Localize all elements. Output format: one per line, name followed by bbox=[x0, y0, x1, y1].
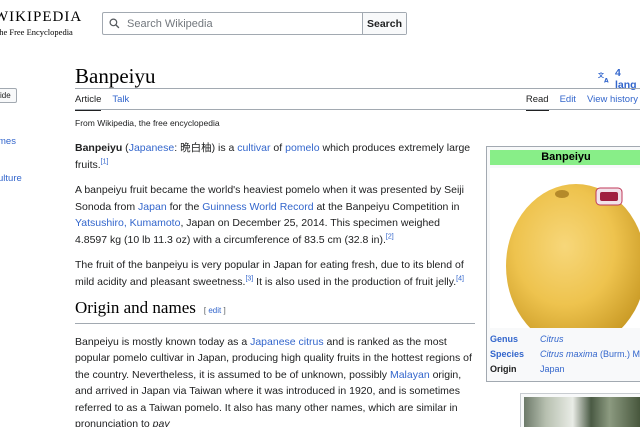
link-japanese[interactable]: Japanese bbox=[129, 142, 175, 154]
link-malayan[interactable]: Malayan bbox=[390, 369, 430, 381]
article-subject: Banpeiyu bbox=[75, 142, 123, 154]
svg-text:A: A bbox=[604, 78, 609, 84]
link-japanese-citrus[interactable]: Japanese citrus bbox=[250, 336, 324, 348]
infobox-row-species: Species Citrus maxima (Burm.) M bbox=[490, 347, 640, 362]
section-edit: [ edit ] bbox=[204, 303, 226, 320]
search-input[interactable] bbox=[125, 13, 362, 34]
text: It is also used in the production of fru… bbox=[253, 275, 457, 288]
infobox-value-link[interactable]: Citrus bbox=[540, 334, 564, 344]
sidebar-hide-button[interactable]: ide bbox=[0, 88, 17, 103]
text: Banpeiyu is mostly known today as a bbox=[75, 335, 251, 348]
logo-tagline: The Free Encyclopedia bbox=[0, 27, 73, 37]
text: for the bbox=[166, 200, 203, 213]
reference-1[interactable]: [1] bbox=[101, 158, 109, 165]
title-divider bbox=[75, 88, 640, 89]
tabs-divider bbox=[75, 109, 640, 110]
infobox-image[interactable] bbox=[490, 168, 640, 328]
wikipedia-logo[interactable]: WIKIPEDIA The Free Encyclopedia bbox=[0, 9, 82, 37]
link-pomelo[interactable]: pomelo bbox=[285, 142, 319, 154]
infobox-value-link[interactable]: Japan bbox=[540, 364, 565, 374]
section-title: Origin and names bbox=[75, 298, 196, 317]
text: : 晩白柚) is a bbox=[174, 142, 238, 154]
text: at the Banpeiyu Competition in bbox=[313, 200, 460, 213]
link-cultivar[interactable]: cultivar bbox=[237, 142, 270, 154]
section-heading: Origin and names [ edit ] bbox=[75, 298, 475, 324]
sidebar-link[interactable]: mes bbox=[0, 136, 16, 147]
sidebar-link[interactable]: ulture bbox=[0, 173, 22, 184]
paragraph-popularity: The fruit of the banpeiyu is very popula… bbox=[75, 257, 475, 290]
site-subtitle: From Wikipedia, the free encyclopedia bbox=[75, 118, 220, 128]
infobox-rows: Genus Citrus Species Citrus maxima (Burm… bbox=[487, 328, 640, 377]
link-japan[interactable]: Japan bbox=[138, 201, 167, 213]
pomelo-fruit-image bbox=[506, 184, 640, 328]
text-italic: pay bbox=[152, 418, 170, 427]
thumbnail-image bbox=[524, 397, 640, 427]
page-title: Banpeiyu bbox=[75, 64, 156, 88]
infobox-title: Banpeiyu bbox=[490, 150, 640, 165]
infobox-row-origin: Origin Japan bbox=[490, 362, 640, 377]
infobox: Banpeiyu Genus Citrus Species Citrus max… bbox=[486, 146, 640, 382]
infobox-value-link[interactable]: Citrus maxima bbox=[540, 349, 598, 359]
infobox-key: Origin bbox=[490, 364, 517, 374]
infobox-row-genus: Genus Citrus bbox=[490, 332, 640, 347]
paragraph-record: A banpeiyu fruit became the world's heav… bbox=[75, 182, 475, 248]
link-guinness[interactable]: Guinness World Record bbox=[202, 201, 313, 213]
infobox-value-authority[interactable]: (Burm.) M bbox=[598, 349, 640, 359]
reference-2[interactable]: [2] bbox=[386, 233, 394, 240]
infobox-key[interactable]: Genus bbox=[490, 332, 540, 347]
translate-icon: 文A bbox=[597, 72, 611, 86]
infobox-key[interactable]: Species bbox=[490, 347, 540, 362]
article-body: Banpeiyu (Japanese: 晩白柚) is a cultivar o… bbox=[75, 140, 475, 427]
paragraph-origin: Banpeiyu is mostly known today as a Japa… bbox=[75, 334, 475, 427]
search-box: Search bbox=[102, 12, 407, 35]
link-yatsushiro[interactable]: Yatsushiro, Kumamoto bbox=[75, 217, 180, 229]
section-edit-link[interactable]: edit bbox=[208, 306, 221, 315]
paragraph-intro: Banpeiyu (Japanese: 晩白柚) is a cultivar o… bbox=[75, 140, 475, 173]
bracket: ] bbox=[221, 306, 226, 315]
article-thumbnail[interactable] bbox=[520, 393, 640, 427]
logo-wordmark: WIKIPEDIA bbox=[0, 9, 83, 25]
search-button[interactable]: Search bbox=[362, 13, 406, 34]
reference-4[interactable]: [4] bbox=[456, 275, 464, 282]
text: of bbox=[270, 142, 286, 154]
search-icon bbox=[103, 13, 125, 34]
